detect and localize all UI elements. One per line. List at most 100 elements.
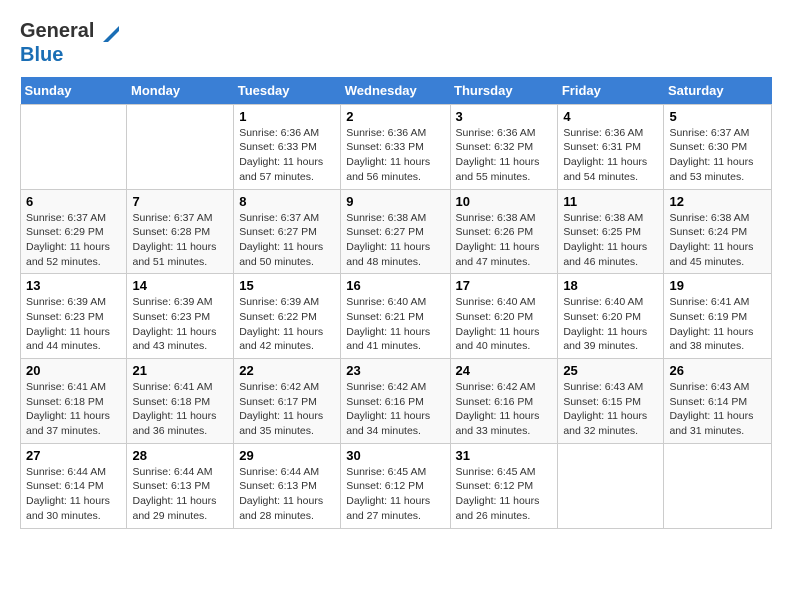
day-number: 15	[239, 278, 335, 293]
day-detail: Sunrise: 6:37 AMSunset: 6:28 PMDaylight:…	[132, 212, 216, 268]
calendar-cell: 13 Sunrise: 6:39 AMSunset: 6:23 PMDaylig…	[21, 274, 127, 359]
day-detail: Sunrise: 6:38 AMSunset: 6:25 PMDaylight:…	[563, 212, 647, 268]
calendar-cell: 28 Sunrise: 6:44 AMSunset: 6:13 PMDaylig…	[127, 443, 234, 528]
calendar-cell: 15 Sunrise: 6:39 AMSunset: 6:22 PMDaylig…	[234, 274, 341, 359]
day-detail: Sunrise: 6:41 AMSunset: 6:18 PMDaylight:…	[26, 381, 110, 437]
day-detail: Sunrise: 6:37 AMSunset: 6:30 PMDaylight:…	[669, 127, 753, 183]
calendar-week-row: 20 Sunrise: 6:41 AMSunset: 6:18 PMDaylig…	[21, 359, 772, 444]
day-detail: Sunrise: 6:40 AMSunset: 6:21 PMDaylight:…	[346, 296, 430, 352]
day-number: 27	[26, 448, 121, 463]
day-detail: Sunrise: 6:41 AMSunset: 6:19 PMDaylight:…	[669, 296, 753, 352]
day-number: 21	[132, 363, 228, 378]
calendar-header-row: SundayMondayTuesdayWednesdayThursdayFrid…	[21, 77, 772, 105]
calendar-week-row: 27 Sunrise: 6:44 AMSunset: 6:14 PMDaylig…	[21, 443, 772, 528]
logo-triangle-icon	[101, 22, 119, 44]
day-detail: Sunrise: 6:39 AMSunset: 6:23 PMDaylight:…	[26, 296, 110, 352]
weekday-header-sunday: Sunday	[21, 77, 127, 105]
day-detail: Sunrise: 6:37 AMSunset: 6:29 PMDaylight:…	[26, 212, 110, 268]
calendar-cell: 9 Sunrise: 6:38 AMSunset: 6:27 PMDayligh…	[341, 189, 450, 274]
logo-blue-text: Blue	[20, 44, 63, 66]
calendar-cell: 4 Sunrise: 6:36 AMSunset: 6:31 PMDayligh…	[558, 104, 664, 189]
calendar-cell: 24 Sunrise: 6:42 AMSunset: 6:16 PMDaylig…	[450, 359, 558, 444]
weekday-header-monday: Monday	[127, 77, 234, 105]
day-number: 31	[456, 448, 553, 463]
logo: General Blue	[20, 20, 121, 67]
day-detail: Sunrise: 6:43 AMSunset: 6:14 PMDaylight:…	[669, 381, 753, 437]
day-number: 25	[563, 363, 658, 378]
calendar-week-row: 13 Sunrise: 6:39 AMSunset: 6:23 PMDaylig…	[21, 274, 772, 359]
day-detail: Sunrise: 6:40 AMSunset: 6:20 PMDaylight:…	[456, 296, 540, 352]
day-detail: Sunrise: 6:40 AMSunset: 6:20 PMDaylight:…	[563, 296, 647, 352]
calendar-cell: 27 Sunrise: 6:44 AMSunset: 6:14 PMDaylig…	[21, 443, 127, 528]
day-number: 24	[456, 363, 553, 378]
calendar-cell	[21, 104, 127, 189]
day-detail: Sunrise: 6:39 AMSunset: 6:22 PMDaylight:…	[239, 296, 323, 352]
day-detail: Sunrise: 6:38 AMSunset: 6:27 PMDaylight:…	[346, 212, 430, 268]
day-number: 11	[563, 194, 658, 209]
calendar-cell: 3 Sunrise: 6:36 AMSunset: 6:32 PMDayligh…	[450, 104, 558, 189]
day-number: 18	[563, 278, 658, 293]
weekday-header-saturday: Saturday	[664, 77, 772, 105]
calendar-cell	[127, 104, 234, 189]
day-detail: Sunrise: 6:38 AMSunset: 6:26 PMDaylight:…	[456, 212, 540, 268]
calendar-cell: 29 Sunrise: 6:44 AMSunset: 6:13 PMDaylig…	[234, 443, 341, 528]
day-detail: Sunrise: 6:36 AMSunset: 6:31 PMDaylight:…	[563, 127, 647, 183]
day-detail: Sunrise: 6:44 AMSunset: 6:13 PMDaylight:…	[239, 466, 323, 522]
calendar-cell: 12 Sunrise: 6:38 AMSunset: 6:24 PMDaylig…	[664, 189, 772, 274]
day-detail: Sunrise: 6:36 AMSunset: 6:33 PMDaylight:…	[239, 127, 323, 183]
day-detail: Sunrise: 6:37 AMSunset: 6:27 PMDaylight:…	[239, 212, 323, 268]
calendar-cell: 23 Sunrise: 6:42 AMSunset: 6:16 PMDaylig…	[341, 359, 450, 444]
day-number: 28	[132, 448, 228, 463]
day-number: 13	[26, 278, 121, 293]
calendar-cell: 21 Sunrise: 6:41 AMSunset: 6:18 PMDaylig…	[127, 359, 234, 444]
day-detail: Sunrise: 6:36 AMSunset: 6:32 PMDaylight:…	[456, 127, 540, 183]
day-number: 9	[346, 194, 444, 209]
weekday-header-wednesday: Wednesday	[341, 77, 450, 105]
day-detail: Sunrise: 6:44 AMSunset: 6:13 PMDaylight:…	[132, 466, 216, 522]
day-number: 14	[132, 278, 228, 293]
day-number: 6	[26, 194, 121, 209]
day-number: 5	[669, 109, 766, 124]
calendar-cell: 5 Sunrise: 6:37 AMSunset: 6:30 PMDayligh…	[664, 104, 772, 189]
calendar-cell: 7 Sunrise: 6:37 AMSunset: 6:28 PMDayligh…	[127, 189, 234, 274]
day-number: 2	[346, 109, 444, 124]
calendar-cell: 6 Sunrise: 6:37 AMSunset: 6:29 PMDayligh…	[21, 189, 127, 274]
day-number: 4	[563, 109, 658, 124]
day-detail: Sunrise: 6:38 AMSunset: 6:24 PMDaylight:…	[669, 212, 753, 268]
day-detail: Sunrise: 6:41 AMSunset: 6:18 PMDaylight:…	[132, 381, 216, 437]
calendar-cell: 26 Sunrise: 6:43 AMSunset: 6:14 PMDaylig…	[664, 359, 772, 444]
day-number: 1	[239, 109, 335, 124]
calendar-table: SundayMondayTuesdayWednesdayThursdayFrid…	[20, 77, 772, 529]
day-number: 8	[239, 194, 335, 209]
day-number: 16	[346, 278, 444, 293]
day-number: 20	[26, 363, 121, 378]
day-detail: Sunrise: 6:42 AMSunset: 6:16 PMDaylight:…	[456, 381, 540, 437]
calendar-week-row: 6 Sunrise: 6:37 AMSunset: 6:29 PMDayligh…	[21, 189, 772, 274]
day-number: 17	[456, 278, 553, 293]
day-detail: Sunrise: 6:39 AMSunset: 6:23 PMDaylight:…	[132, 296, 216, 352]
day-number: 29	[239, 448, 335, 463]
day-detail: Sunrise: 6:44 AMSunset: 6:14 PMDaylight:…	[26, 466, 110, 522]
day-number: 23	[346, 363, 444, 378]
calendar-cell: 14 Sunrise: 6:39 AMSunset: 6:23 PMDaylig…	[127, 274, 234, 359]
calendar-cell: 18 Sunrise: 6:40 AMSunset: 6:20 PMDaylig…	[558, 274, 664, 359]
day-detail: Sunrise: 6:42 AMSunset: 6:16 PMDaylight:…	[346, 381, 430, 437]
weekday-header-friday: Friday	[558, 77, 664, 105]
calendar-cell: 31 Sunrise: 6:45 AMSunset: 6:12 PMDaylig…	[450, 443, 558, 528]
calendar-cell: 25 Sunrise: 6:43 AMSunset: 6:15 PMDaylig…	[558, 359, 664, 444]
day-detail: Sunrise: 6:42 AMSunset: 6:17 PMDaylight:…	[239, 381, 323, 437]
calendar-cell: 30 Sunrise: 6:45 AMSunset: 6:12 PMDaylig…	[341, 443, 450, 528]
calendar-cell: 17 Sunrise: 6:40 AMSunset: 6:20 PMDaylig…	[450, 274, 558, 359]
day-number: 10	[456, 194, 553, 209]
day-number: 7	[132, 194, 228, 209]
calendar-cell: 19 Sunrise: 6:41 AMSunset: 6:19 PMDaylig…	[664, 274, 772, 359]
calendar-cell	[664, 443, 772, 528]
calendar-cell: 11 Sunrise: 6:38 AMSunset: 6:25 PMDaylig…	[558, 189, 664, 274]
calendar-cell: 2 Sunrise: 6:36 AMSunset: 6:33 PMDayligh…	[341, 104, 450, 189]
day-detail: Sunrise: 6:36 AMSunset: 6:33 PMDaylight:…	[346, 127, 430, 183]
day-number: 3	[456, 109, 553, 124]
day-detail: Sunrise: 6:43 AMSunset: 6:15 PMDaylight:…	[563, 381, 647, 437]
day-number: 22	[239, 363, 335, 378]
weekday-header-tuesday: Tuesday	[234, 77, 341, 105]
calendar-cell: 20 Sunrise: 6:41 AMSunset: 6:18 PMDaylig…	[21, 359, 127, 444]
